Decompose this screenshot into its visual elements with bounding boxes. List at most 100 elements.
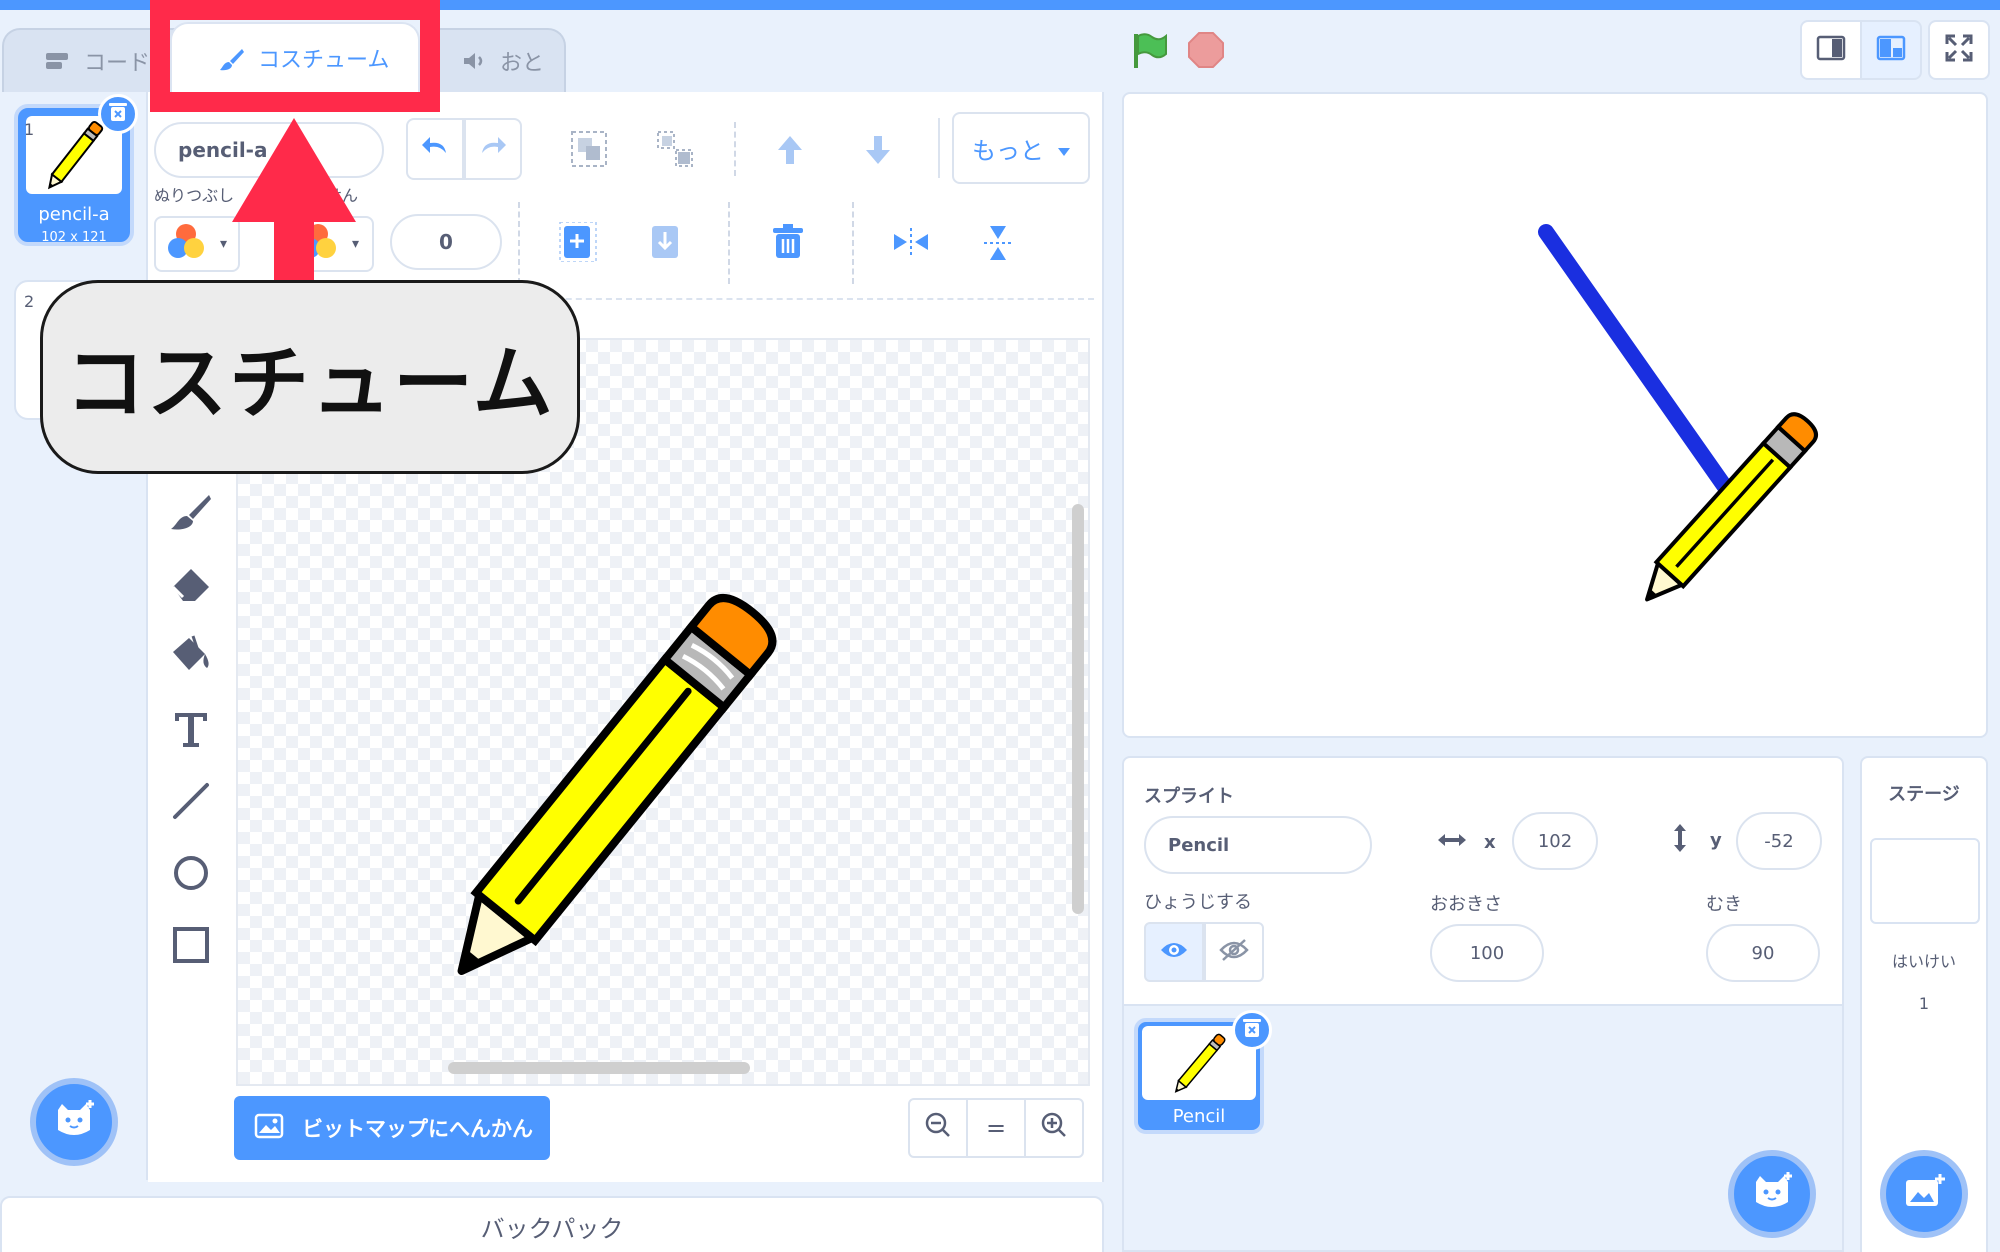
ungroup-button[interactable] — [652, 126, 698, 172]
pen-trail — [1538, 224, 1738, 502]
divider — [938, 118, 940, 178]
group-button[interactable] — [566, 126, 612, 172]
fill-tool[interactable] — [166, 632, 216, 682]
backward-button[interactable] — [858, 130, 898, 170]
convert-to-bitmap-button[interactable]: ビットマップにへんかん — [234, 1096, 550, 1160]
flip-horizontal-icon — [890, 228, 932, 266]
highlight-box — [150, 0, 440, 112]
trash-icon — [108, 101, 128, 128]
direction-input[interactable]: 90 — [1706, 924, 1820, 982]
trash-icon — [1242, 1017, 1262, 1044]
y-label: y — [1710, 830, 1722, 851]
eye-slash-icon — [1219, 938, 1249, 966]
horizontal-arrows-icon — [1436, 830, 1468, 854]
brush-icon — [169, 493, 213, 537]
size-label: おおきさ — [1430, 894, 1502, 915]
sprite-name-input[interactable]: Pencil — [1144, 816, 1372, 874]
zoom-in-button[interactable] — [1024, 1098, 1084, 1158]
circle-tool[interactable] — [166, 850, 216, 900]
color-swatch-icon — [164, 222, 208, 266]
fill-color-picker[interactable]: ▾ — [154, 216, 240, 272]
zoom-out-button[interactable] — [908, 1098, 968, 1158]
convert-to-bitmap-label: ビットマップにへんかん — [302, 1117, 533, 1141]
stop-icon — [1186, 32, 1226, 74]
fullscreen-icon — [1945, 34, 1973, 66]
divider — [728, 202, 730, 284]
line-icon — [171, 781, 211, 825]
paste-button[interactable] — [646, 222, 686, 262]
costume-list — [0, 92, 148, 1180]
stage-scene — [1538, 224, 1818, 602]
stage-panel-title: ステージ — [1888, 784, 1960, 805]
hide-sprite-button[interactable] — [1204, 922, 1264, 982]
brush-tool[interactable] — [166, 490, 216, 540]
large-stage-icon — [1876, 35, 1906, 65]
small-stage-button[interactable] — [1800, 20, 1862, 80]
backdrops-count: 1 — [1918, 994, 1930, 1013]
copy-button[interactable] — [558, 221, 598, 263]
large-stage-button[interactable] — [1860, 20, 1922, 80]
x-label: x — [1484, 832, 1496, 853]
paint-bucket-icon — [169, 634, 213, 680]
copy-icon — [558, 221, 598, 266]
sprite-tile-name: Pencil — [1172, 1106, 1226, 1127]
undo-button[interactable] — [406, 118, 464, 180]
delete-shape-button[interactable] — [768, 222, 808, 262]
group-icon — [566, 131, 612, 176]
more-label: もっと — [972, 136, 1044, 165]
zoom-reset-label: = — [985, 1114, 1007, 1142]
cat-plus-icon — [1750, 1172, 1794, 1216]
delete-sprite-button[interactable] — [1232, 1010, 1272, 1050]
stage[interactable] — [1122, 92, 1988, 738]
y-position-input[interactable]: -52 — [1736, 812, 1822, 870]
eye-icon — [1159, 940, 1189, 964]
zoom-out-icon — [924, 1111, 952, 1145]
arrow-down-icon — [858, 136, 898, 174]
forward-button[interactable] — [770, 130, 810, 170]
code-blocks-icon — [44, 50, 72, 72]
zoom-reset-button[interactable]: = — [966, 1098, 1026, 1158]
choose-backdrop-button[interactable] — [1880, 1150, 1968, 1238]
flip-horizontal-button[interactable] — [890, 222, 932, 262]
more-button[interactable]: もっと — [952, 112, 1090, 184]
backpack[interactable]: バックパック — [0, 1196, 1104, 1252]
show-sprite-button[interactable] — [1144, 922, 1204, 982]
text-tool[interactable] — [166, 706, 216, 756]
tab-sounds[interactable]: おと — [420, 28, 566, 92]
green-flag-icon — [1130, 33, 1170, 74]
costume-size: 102 x 121 — [41, 230, 107, 245]
choose-costume-button[interactable] — [30, 1078, 118, 1166]
sprite-section-label: スプライト — [1144, 786, 1234, 807]
x-position-input[interactable]: 102 — [1512, 812, 1598, 870]
speaker-icon — [462, 50, 488, 72]
size-input[interactable]: 100 — [1430, 924, 1544, 982]
cat-plus-icon — [52, 1100, 96, 1144]
stage-thumbnail — [1870, 838, 1980, 924]
choose-sprite-button[interactable] — [1728, 1150, 1816, 1238]
outline-width-input[interactable]: 0 — [390, 214, 502, 270]
line-tool[interactable] — [166, 778, 216, 828]
divider — [518, 202, 520, 284]
fill-label: ぬりつぶし — [154, 186, 235, 205]
text-icon — [171, 709, 211, 753]
vertical-scrollbar[interactable] — [1072, 504, 1084, 914]
divider — [852, 202, 854, 284]
flip-vertical-button[interactable] — [978, 222, 1018, 264]
redo-button[interactable] — [464, 118, 522, 180]
sprite-info-panel: スプライト Pencil x 102 y -52 ひょうじする おおきさ 100… — [1122, 756, 1844, 1006]
fullscreen-button[interactable] — [1928, 20, 1990, 80]
tab-code-label: コード — [84, 51, 151, 76]
circle-icon — [171, 853, 211, 897]
backdrops-label: はいけい — [1891, 952, 1956, 971]
horizontal-scrollbar[interactable] — [448, 1062, 750, 1074]
redo-icon — [478, 135, 508, 163]
rectangle-icon — [171, 925, 211, 969]
direction-label: むき — [1706, 894, 1742, 915]
stop-button[interactable] — [1186, 30, 1226, 70]
small-stage-icon — [1816, 35, 1846, 65]
green-flag-button[interactable] — [1130, 30, 1170, 70]
eraser-tool[interactable] — [166, 562, 216, 612]
delete-costume-button[interactable] — [98, 94, 138, 134]
callout-label: コスチューム — [40, 280, 580, 474]
rectangle-tool[interactable] — [166, 922, 216, 972]
